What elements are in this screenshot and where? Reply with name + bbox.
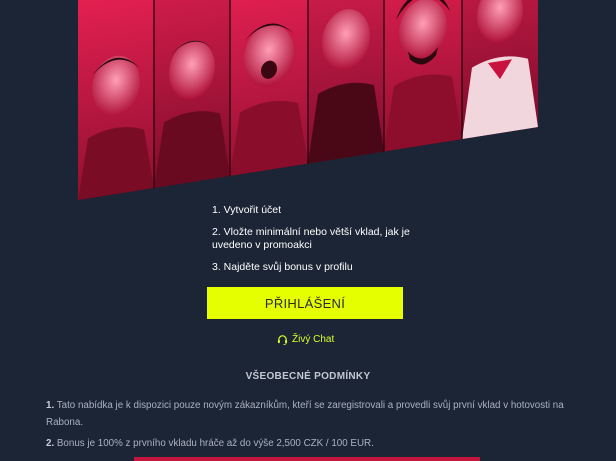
player-4 — [308, 0, 384, 164]
player-5 — [384, 0, 462, 152]
terms-title: VŠEOBECNÉ PODMÍNKY — [245, 371, 371, 382]
player-1 — [78, 0, 154, 200]
terms-item-1-number: 1. — [46, 400, 55, 411]
players-illustration — [78, 0, 538, 200]
step-3: 3. Najděte svůj bonus v profilu — [212, 261, 353, 273]
terms-item-2-text: Bonus je 100% z prvního vkladu hráče až … — [54, 438, 374, 449]
step-2: 2. Vložte minimální nebo větší vklad, ja… — [212, 226, 410, 251]
terms-item-1: 1. Tato nabídka je k dispozici pouze nov… — [46, 397, 576, 431]
step-1: 1. Vytvořit účet — [212, 204, 282, 216]
bottom-accent-bar — [134, 457, 480, 461]
terms-item-1-text: Tato nabídka je k dispozici pouze novým … — [46, 400, 564, 428]
live-chat-link[interactable]: Živý Chat — [277, 334, 334, 345]
login-button[interactable]: PŘIHLÁŠENÍ — [207, 287, 403, 319]
terms-item-2-number: 2. — [46, 438, 55, 449]
player-6 — [462, 0, 538, 140]
steps-list: 1. Vytvořit účet 2. Vložte minimální neb… — [212, 204, 412, 283]
headset-icon — [277, 335, 288, 345]
live-chat-label: Živý Chat — [292, 334, 335, 345]
player-3 — [230, 0, 308, 176]
player-2 — [154, 0, 230, 188]
promo-banner — [78, 0, 538, 200]
terms-item-2: 2. Bonus je 100% z prvního vkladu hráče … — [46, 435, 576, 452]
